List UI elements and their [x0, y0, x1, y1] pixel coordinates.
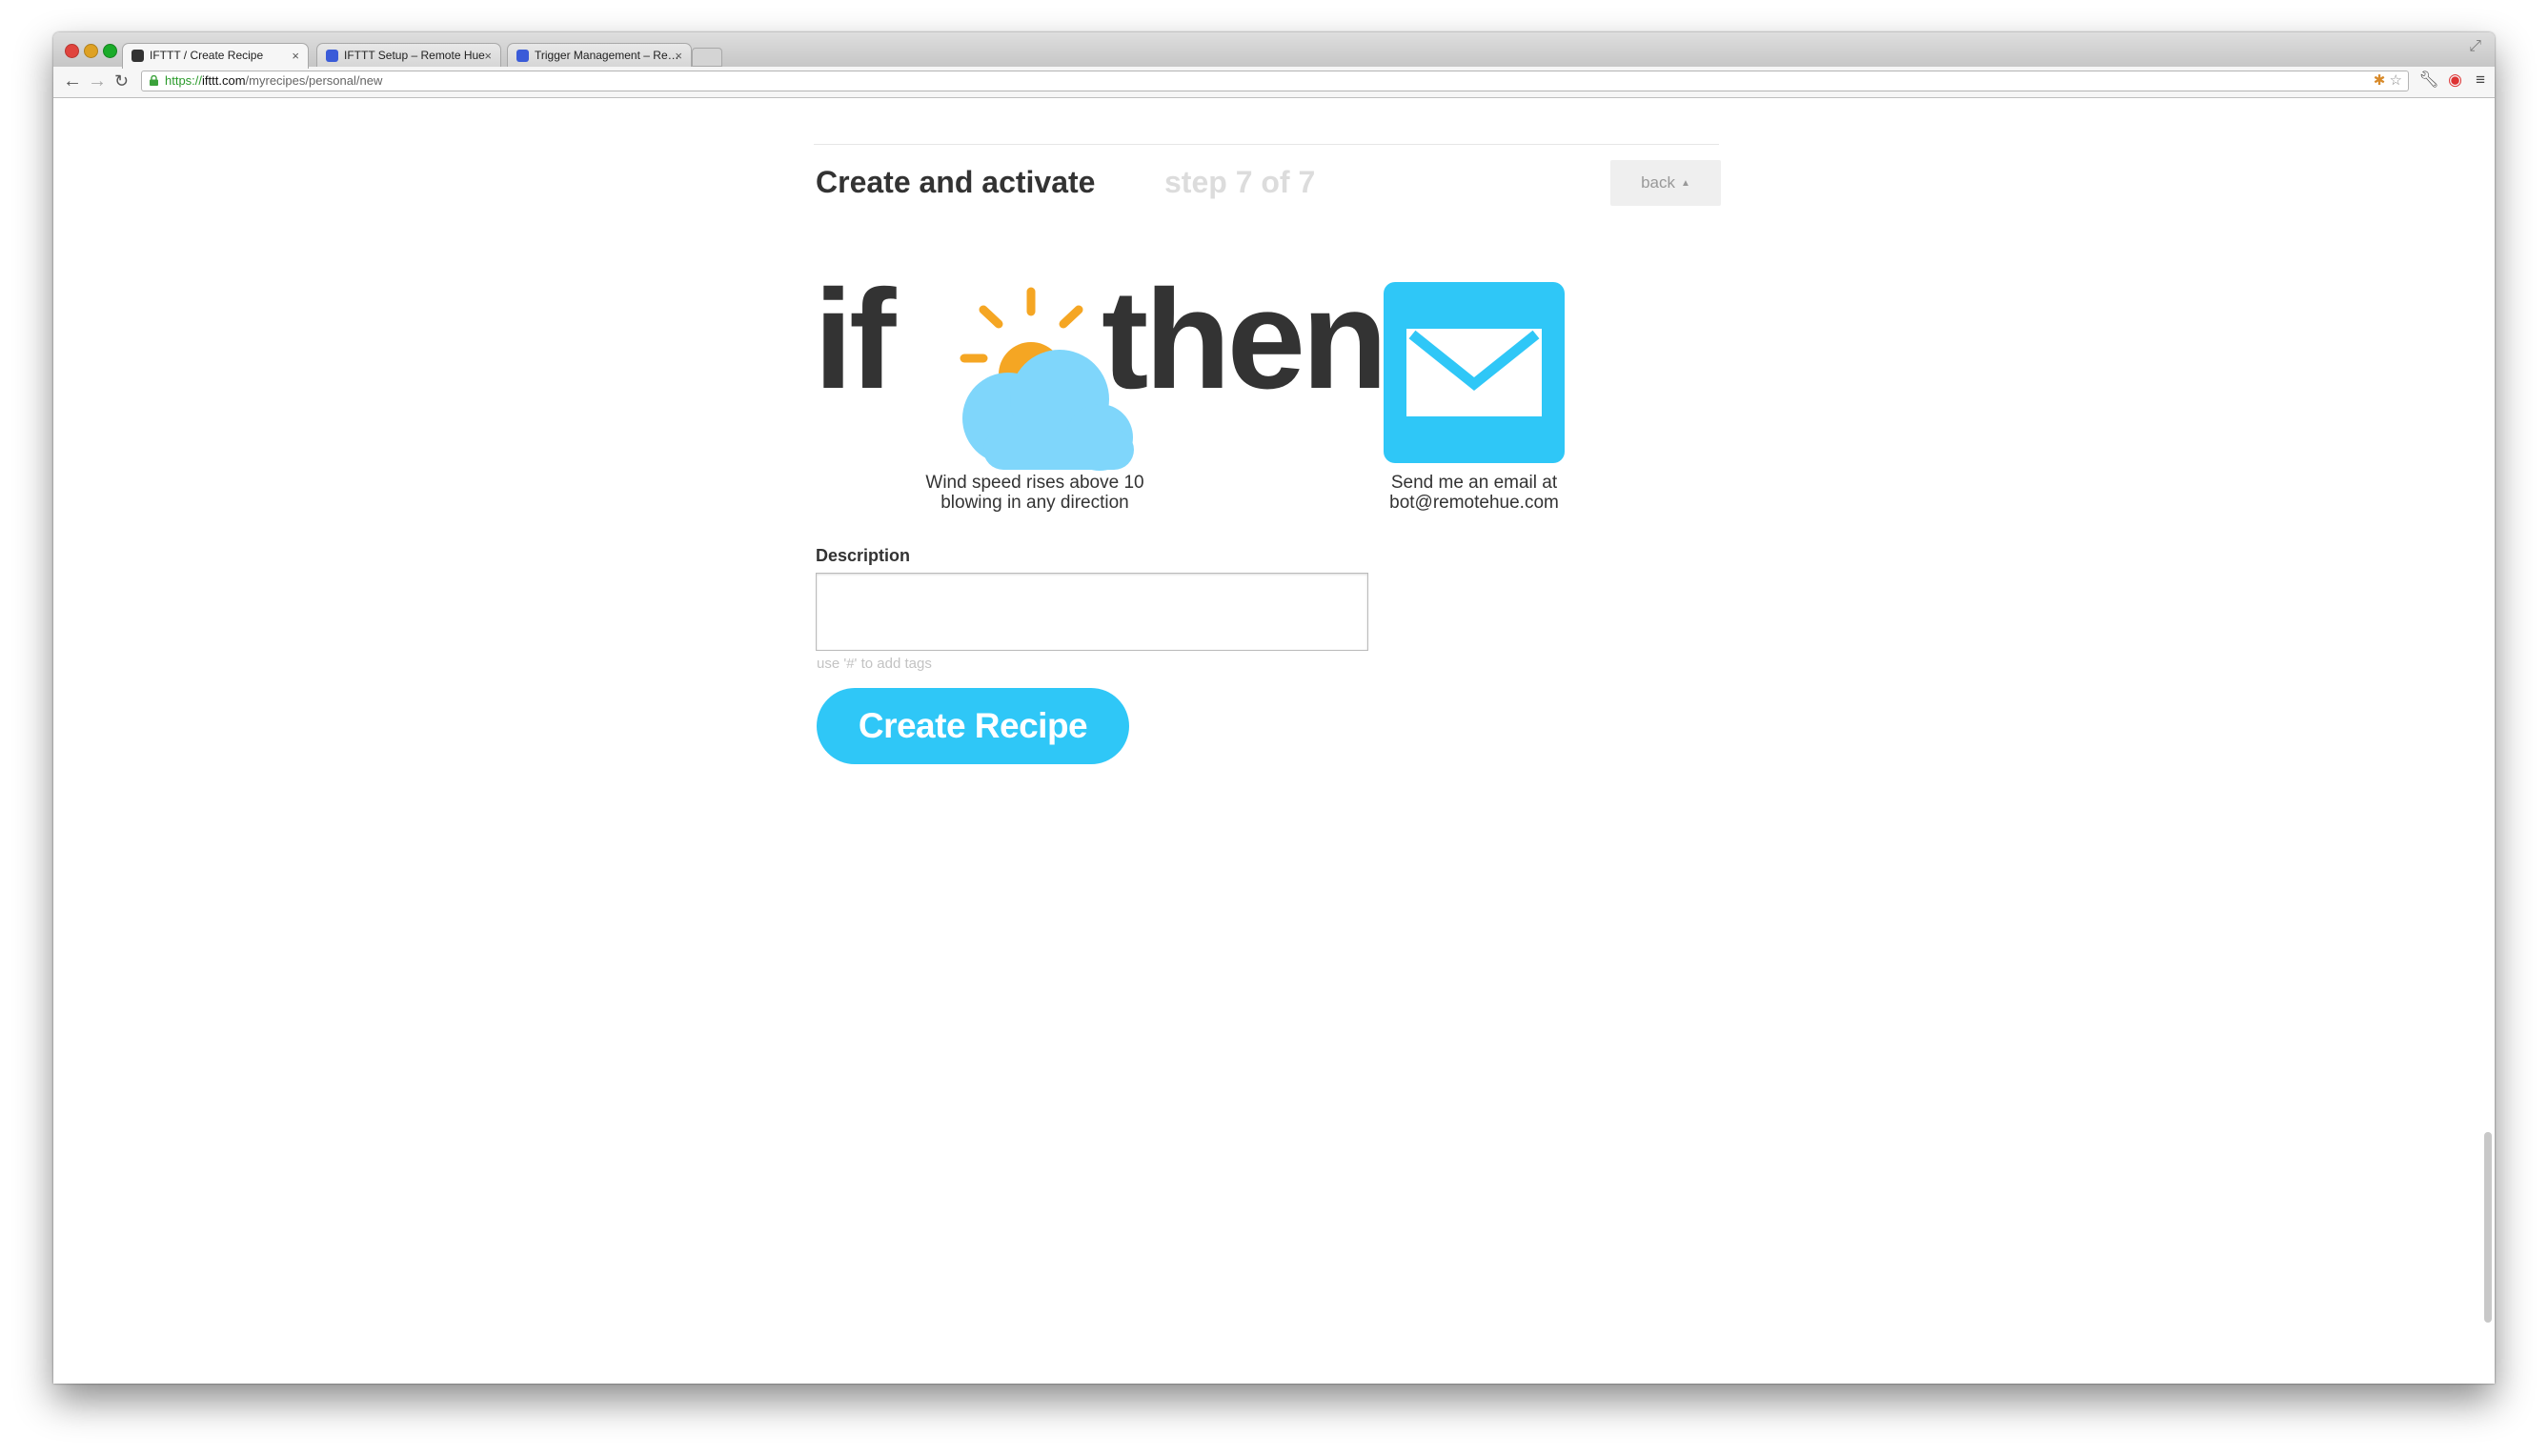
menu-icon[interactable]: ≡	[2476, 71, 2485, 90]
remote-hue-favicon-icon	[516, 50, 529, 62]
wrench-icon[interactable]: 🔧︎	[2418, 71, 2439, 90]
lock-icon	[150, 75, 158, 86]
tags-hint: use '#' to add tags	[817, 656, 932, 672]
tab-close-icon[interactable]: ×	[675, 44, 682, 67]
description-input[interactable]	[816, 573, 1368, 651]
fullscreen-icon[interactable]: ⤢	[2469, 38, 2481, 55]
minimize-window-button[interactable]	[84, 44, 98, 58]
page-content: Create and activate step 7 of 7 back ▲ if…	[53, 98, 2495, 1384]
forward-arrow-icon[interactable]: →	[88, 71, 107, 91]
trigger-description: Wind speed rises above 10 blowing in any…	[873, 473, 1197, 513]
back-button[interactable]: back ▲	[1610, 160, 1721, 206]
browser-toolbar: ← → ↻ https://ifttt.com/myrecipes/person…	[53, 67, 2495, 98]
browser-window: IFTTT / Create Recipe × IFTTT Setup – Re…	[53, 32, 2495, 1384]
tab-close-icon[interactable]: ×	[292, 44, 299, 68]
tab-title: Trigger Management – Re…	[535, 49, 679, 62]
back-arrow-icon[interactable]: ←	[63, 71, 82, 91]
header-divider	[814, 144, 1719, 145]
trigger-line-1: Wind speed rises above 10	[925, 473, 1144, 493]
remote-hue-favicon-icon	[326, 50, 338, 62]
tab-ifttt-setup[interactable]: IFTTT Setup – Remote Hue ×	[316, 43, 501, 67]
tab-ifttt-create-recipe[interactable]: IFTTT / Create Recipe ×	[122, 43, 309, 69]
tab-close-icon[interactable]: ×	[484, 44, 492, 67]
address-bar[interactable]: https://ifttt.com/myrecipes/personal/new…	[141, 71, 2409, 91]
step-indicator: step 7 of 7	[1164, 165, 1316, 199]
if-word: if	[814, 261, 896, 418]
email-icon	[1384, 282, 1565, 463]
star-icon[interactable]: ☆	[2390, 72, 2402, 89]
description-label: Description	[816, 546, 911, 565]
action-line-1: Send me an email at	[1390, 473, 1558, 493]
action-line-2: bot@remotehue.com	[1389, 493, 1559, 513]
new-tab-button[interactable]	[692, 48, 722, 67]
then-word: then	[1102, 261, 1387, 418]
zoom-window-button[interactable]	[103, 44, 117, 58]
reload-icon[interactable]: ↻	[114, 71, 129, 91]
extension-icon[interactable]: ✱	[2374, 72, 2386, 89]
tab-title: IFTTT Setup – Remote Hue	[344, 49, 485, 62]
page-title: Create and activate	[816, 165, 1096, 199]
title-bar: IFTTT / Create Recipe × IFTTT Setup – Re…	[53, 32, 2495, 69]
close-window-button[interactable]	[65, 44, 79, 58]
create-recipe-button[interactable]: Create Recipe	[817, 688, 1129, 764]
scrollbar-thumb[interactable]	[2484, 1132, 2492, 1323]
ifttt-favicon-icon	[131, 50, 144, 62]
caret-up-icon: ▲	[1681, 178, 1690, 189]
trigger-line-2: blowing in any direction	[940, 493, 1129, 513]
tab-title: IFTTT / Create Recipe	[150, 49, 264, 62]
tab-trigger-management[interactable]: Trigger Management – Re… ×	[507, 43, 692, 67]
url-text: https://ifttt.com/myrecipes/personal/new	[165, 73, 383, 88]
omnibox-icons: ✱ ☆	[2374, 71, 2402, 91]
opera-icon[interactable]: ◉	[2448, 71, 2462, 90]
back-label: back	[1641, 173, 1675, 192]
action-description: Send me an email at bot@remotehue.com	[1345, 473, 1603, 513]
